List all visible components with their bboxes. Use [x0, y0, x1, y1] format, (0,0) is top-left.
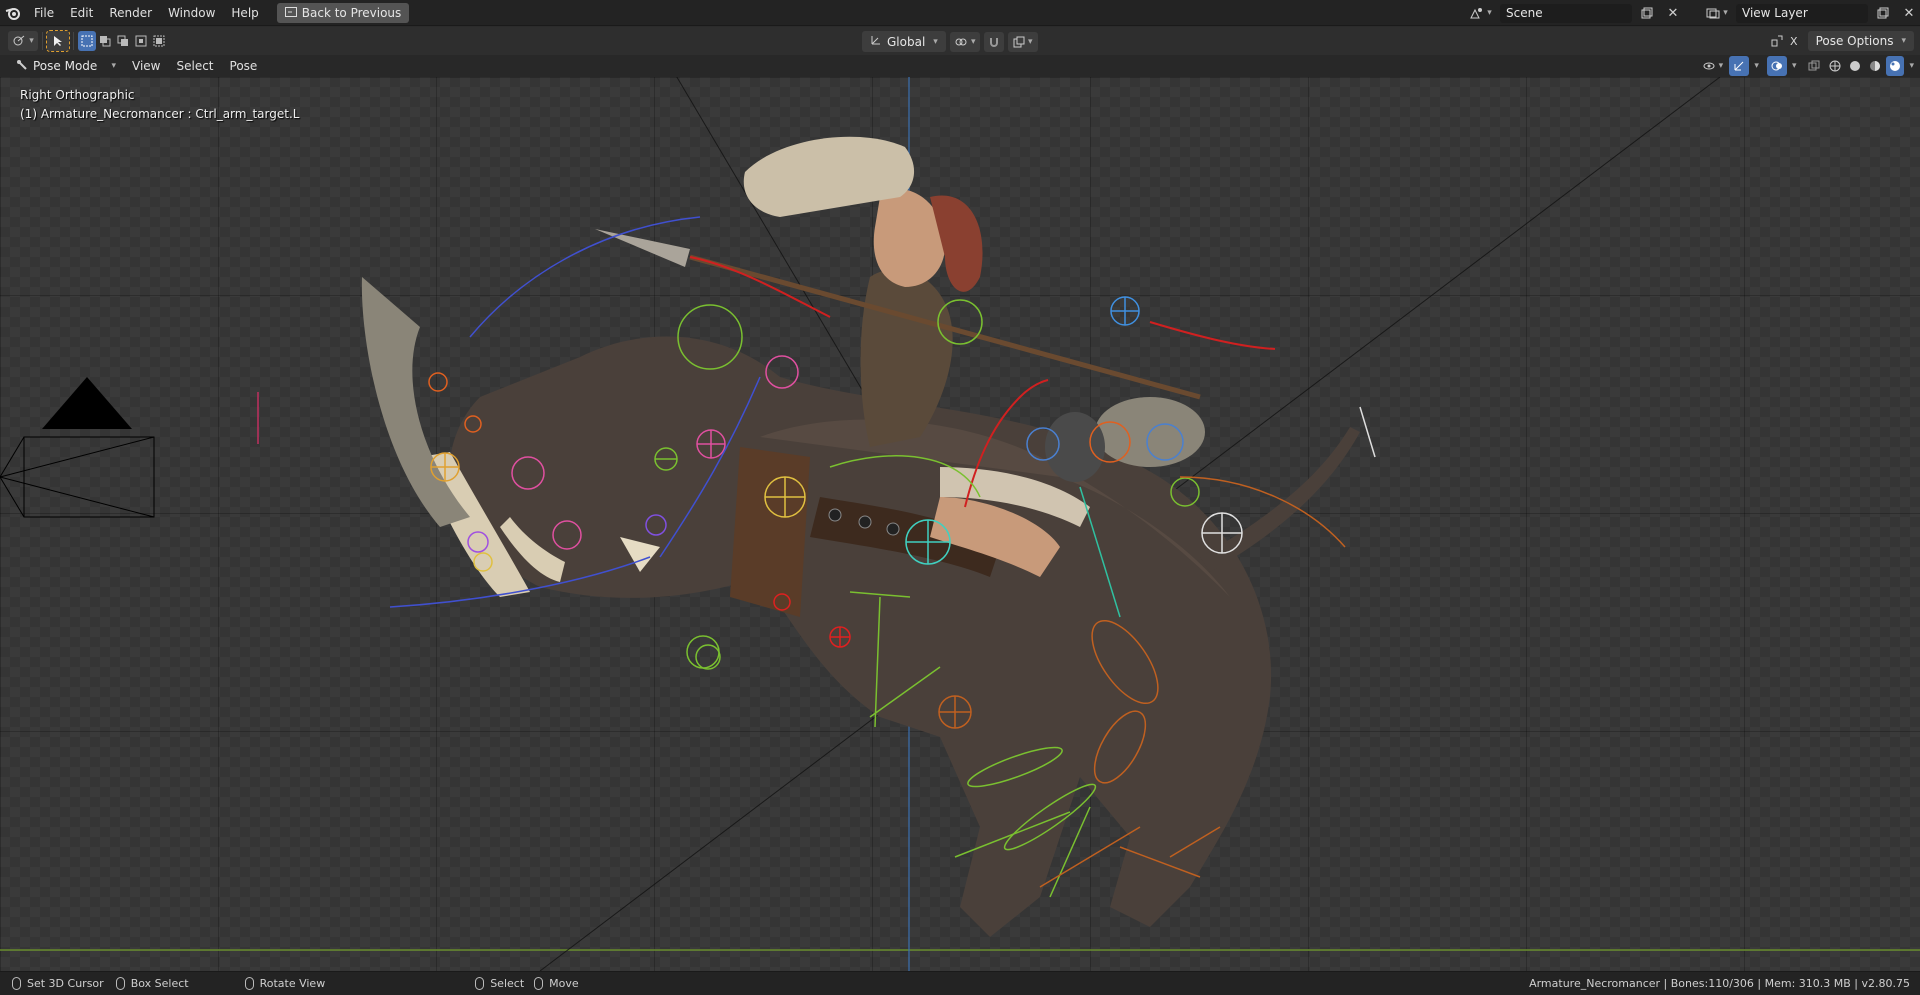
separator [42, 32, 43, 50]
menu-window[interactable]: Window [160, 3, 223, 23]
menu-select[interactable]: Select [168, 56, 221, 76]
xray-toggle-icon[interactable] [1804, 56, 1824, 76]
spear-head [595, 229, 690, 267]
mouse-left-icon [12, 977, 21, 990]
select-subtract-mode-icon[interactable] [114, 31, 132, 51]
mirror-x-label[interactable]: X [1790, 35, 1798, 48]
status-set-cursor: Set 3D Cursor [12, 977, 104, 990]
orientation-label: Global [887, 34, 926, 49]
select-extend-mode-icon[interactable] [96, 31, 114, 51]
new-scene-icon[interactable] [1636, 3, 1658, 23]
shading-rendered-icon[interactable] [1886, 56, 1905, 76]
interaction-mode-label: Pose Mode [33, 59, 98, 73]
chevron-down-icon: ▾ [933, 36, 938, 47]
transform-orientation-dropdown[interactable]: Global ▾ [862, 31, 946, 52]
status-info: Armature_Necromancer | Bones:110/306 | M… [1529, 977, 1910, 990]
mouse-drag-icon [115, 977, 125, 990]
3d-viewport[interactable]: Right Orthographic (1) Armature_Necroman… [0, 77, 1920, 971]
blender-logo-icon[interactable] [0, 6, 26, 20]
shading-dropdown-icon[interactable]: ▾ [1909, 61, 1914, 71]
select-intersect-mode-icon[interactable] [150, 31, 168, 51]
status-box-select-label: Box Select [130, 977, 189, 990]
select-invert-mode-icon[interactable] [132, 31, 150, 51]
shading-wireframe-icon[interactable] [1826, 56, 1844, 76]
back-to-previous-button[interactable]: Back to Previous [276, 2, 410, 23]
separator [73, 32, 74, 50]
status-move-label: Move [549, 977, 579, 990]
interaction-mode-dropdown[interactable]: Pose Mode ▾ [8, 56, 124, 77]
pose-mode-icon [16, 59, 28, 74]
overlays-toggle-icon[interactable] [1766, 56, 1787, 76]
status-rotate-view: Rotate View [244, 977, 326, 990]
camera-object [0, 377, 155, 518]
gizmo-toggle-icon[interactable] [1729, 56, 1750, 76]
delete-scene-icon[interactable]: ✕ [1662, 3, 1684, 23]
gizmo-dropdown-icon[interactable]: ▾ [1754, 61, 1759, 71]
pose-options-label: Pose Options [1815, 34, 1894, 48]
menu-view[interactable]: View [124, 56, 168, 76]
menu-file[interactable]: File [26, 3, 62, 23]
status-set-cursor-label: Set 3D Cursor [27, 977, 104, 990]
scene-render [0, 77, 1920, 971]
chevron-down-icon: ▾ [111, 61, 116, 71]
view-layer-name-field[interactable]: View Layer [1736, 3, 1868, 23]
menu-render[interactable]: Render [101, 3, 160, 23]
shading-material-icon[interactable] [1866, 56, 1884, 76]
visibility-selectability-icon[interactable]: ▾ [1697, 56, 1727, 76]
menu-edit[interactable]: Edit [62, 3, 101, 23]
tool-settings-bar: ▾ Global ▾ ▾ ▾ X Pose Options ▾ [0, 27, 1920, 55]
editor-type-icon[interactable]: ▾ [8, 31, 38, 51]
mouse-right-icon [475, 977, 485, 990]
pose-options-dropdown[interactable]: Pose Options ▾ [1807, 31, 1914, 51]
status-box-select: Box Select [115, 977, 189, 990]
back-button-label: Back to Previous [301, 5, 402, 20]
orientation-global-icon [870, 34, 882, 49]
select-new-mode-icon[interactable] [78, 31, 96, 51]
pivot-point-icon[interactable]: ▾ [949, 31, 980, 52]
status-select: Select [475, 977, 524, 990]
mouse-middle-icon [244, 977, 254, 990]
top-bar: File Edit Render Window Help Back to Pre… [0, 0, 1920, 26]
mirror-x-icon[interactable] [1768, 31, 1786, 51]
view-layer-selector-icon[interactable]: ▾ [1702, 3, 1732, 23]
status-bar: Set 3D Cursor Box Select Rotate View Sel… [0, 971, 1920, 995]
snap-target-icon[interactable]: ▾ [1007, 31, 1038, 52]
chevron-down-icon: ▾ [1901, 36, 1906, 46]
status-move: Move [534, 977, 579, 990]
shading-solid-icon[interactable] [1846, 56, 1864, 76]
scene-name-field[interactable]: Scene [1500, 3, 1632, 23]
select-tool-icon[interactable] [46, 30, 70, 52]
status-rotate-view-label: Rotate View [259, 977, 326, 990]
snap-icon[interactable] [983, 31, 1004, 52]
menu-help[interactable]: Help [223, 3, 266, 23]
delete-view-layer-icon[interactable]: ✕ [1898, 3, 1920, 23]
status-select-label: Select [490, 977, 525, 990]
viewport-header: Pose Mode ▾ View Select Pose ▾ ▾ ▾ ▾ [0, 55, 1920, 77]
screen-back-icon [284, 6, 297, 20]
overlays-dropdown-icon[interactable]: ▾ [1792, 61, 1797, 71]
mouse-right-drag-icon [534, 977, 544, 990]
menu-pose[interactable]: Pose [222, 56, 266, 76]
scene-selector-icon[interactable]: ▾ [1466, 3, 1496, 23]
new-view-layer-icon[interactable] [1872, 3, 1894, 23]
